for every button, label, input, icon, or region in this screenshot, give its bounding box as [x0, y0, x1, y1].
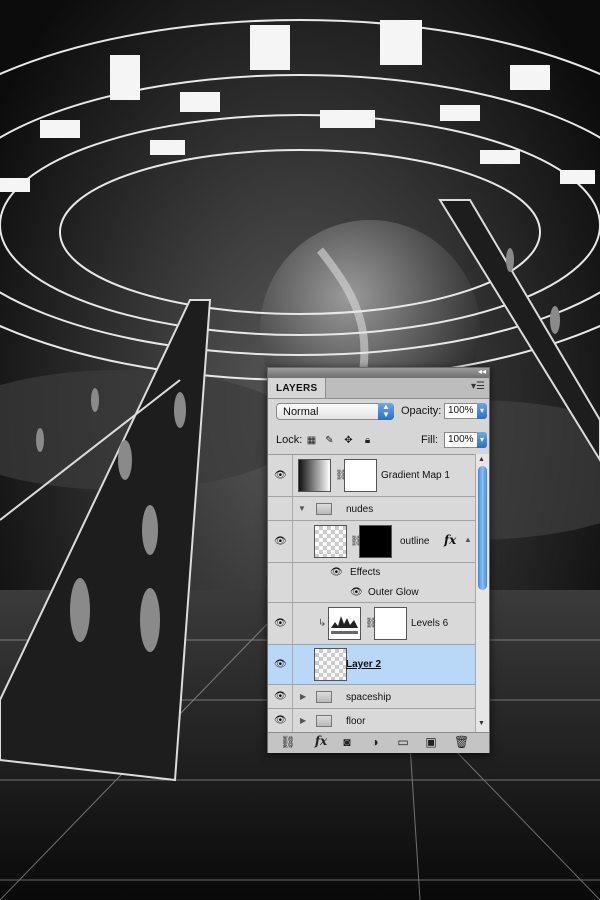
opacity-dropdown-icon[interactable]: ▾ — [477, 403, 487, 419]
lock-brush-icon[interactable]: ✎ — [324, 435, 335, 446]
layer-row-layer-2[interactable]: 👁︎ Layer 2 — [268, 645, 475, 685]
layer-name[interactable]: spaceship — [346, 692, 391, 703]
disclosure-closed-icon[interactable]: ▶ — [300, 692, 306, 701]
layer-mask-thumbnail[interactable] — [374, 607, 407, 640]
eye-icon[interactable]: 👁︎ — [274, 537, 287, 547]
visibility-cell: 👁︎ — [268, 603, 293, 644]
eye-icon[interactable]: 👁︎ — [274, 471, 287, 481]
link-icon[interactable]: ⛓︎ — [335, 470, 348, 482]
eye-icon[interactable]: 👁︎ — [274, 619, 287, 629]
new-group-icon[interactable]: ▭ — [396, 735, 410, 749]
link-icon[interactable]: ⛓︎ — [350, 536, 363, 548]
layer-name[interactable]: Gradient Map 1 — [381, 470, 450, 481]
visibility-cell: 👁︎ — [268, 709, 293, 732]
scroll-down-icon[interactable]: ▼ — [478, 720, 485, 727]
visibility-cell — [268, 563, 293, 583]
layer-name[interactable]: outline — [400, 536, 429, 547]
visibility-cell: 👁︎ — [268, 645, 293, 684]
effect-row-outer-glow[interactable]: 👁︎ Outer Glow — [268, 583, 475, 603]
layer-thumbnail — [314, 525, 347, 558]
layer-name[interactable]: nudes — [346, 504, 373, 515]
visibility-cell: 👁︎ — [268, 685, 293, 708]
fill-dropdown-icon[interactable]: ▾ — [477, 432, 487, 448]
histogram-icon — [331, 616, 358, 634]
panel-tab-row: LAYERS ▾☰ — [268, 378, 489, 399]
layer-row-levels-6[interactable]: 👁︎ ↳ ⛓︎ Levels 6 — [268, 603, 475, 645]
opacity-field[interactable]: 100% — [444, 403, 478, 419]
lock-label: Lock: — [276, 434, 303, 446]
layers-scrollbar[interactable]: ▲ ▼ — [475, 454, 489, 732]
fill-field[interactable]: 100% — [444, 432, 478, 448]
disclosure-closed-icon[interactable]: ▶ — [300, 716, 306, 725]
adjustment-thumbnail — [328, 607, 361, 640]
layer-thumbnail — [314, 648, 347, 681]
fx-disclosure-icon[interactable]: ▲ — [464, 535, 472, 544]
visibility-cell: 👁︎ — [268, 455, 293, 496]
effects-label: Effects — [350, 567, 381, 578]
layer-row-spaceship[interactable]: 👁︎ ▶ spaceship — [268, 685, 475, 709]
panel-titlebar[interactable]: ◂◂ — [268, 366, 489, 378]
scroll-up-icon[interactable]: ▲ — [478, 456, 485, 463]
clipping-arrow-icon: ↳ — [318, 618, 327, 629]
lock-all-icon[interactable]: 🔒︎ — [362, 435, 373, 446]
lock-move-icon[interactable]: ✥ — [343, 435, 354, 446]
fill-label: Fill: — [421, 434, 439, 446]
layer-mask-thumbnail[interactable] — [359, 525, 392, 558]
folder-icon — [316, 503, 332, 515]
visibility-cell — [268, 583, 293, 602]
link-layers-icon[interactable]: ⛓︎ — [280, 735, 296, 749]
adjustment-thumbnail — [298, 459, 331, 492]
layer-name[interactable]: Levels 6 — [411, 618, 448, 629]
chevron-updown-icon: ▲ ▼ — [378, 403, 394, 420]
fx-icon[interactable]: fx — [444, 533, 456, 547]
disclosure-open-icon[interactable]: ▼ — [298, 504, 306, 513]
folder-icon — [316, 715, 332, 727]
eye-icon[interactable]: 👁︎ — [350, 588, 363, 598]
eye-icon[interactable]: 👁︎ — [330, 568, 343, 578]
eye-icon[interactable]: 👁︎ — [274, 660, 287, 670]
trash-icon[interactable]: 🗑︎ — [454, 735, 469, 749]
layer-row-outline[interactable]: 👁︎ ⛓︎ outline fx ▲ — [268, 521, 475, 563]
link-icon[interactable]: ⛓︎ — [365, 618, 378, 630]
visibility-cell: 👁︎ — [268, 521, 293, 562]
visibility-cell — [268, 497, 293, 520]
layer-name[interactable]: Layer 2 — [346, 659, 381, 670]
blend-mode-value: Normal — [283, 406, 319, 418]
layer-row-nudes[interactable]: ▼ nudes — [268, 497, 475, 521]
layers-list: 👁︎ ⛓︎ Gradient Map 1 ▼ nudes 👁︎ ⛓︎ outli… — [268, 454, 475, 733]
add-mask-icon[interactable]: ◙ — [340, 735, 354, 749]
collapse-icon[interactable]: ◂◂ — [478, 366, 486, 378]
scroll-thumb[interactable] — [478, 466, 487, 590]
blend-mode-select[interactable]: Normal ▲ ▼ — [276, 403, 394, 420]
opacity-label: Opacity: — [401, 405, 442, 417]
layer-name[interactable]: floor — [346, 716, 365, 727]
lock-transparent-icon[interactable]: ▦ — [306, 435, 317, 446]
layer-row-gradient-map-1[interactable]: 👁︎ ⛓︎ Gradient Map 1 — [268, 455, 475, 497]
panel-bottom-toolbar: ⛓︎ fx ◙ ◑ ▭ ▣ 🗑︎ — [268, 732, 489, 753]
panel-menu-icon[interactable]: ▾☰ — [471, 381, 485, 392]
folder-icon — [316, 691, 332, 703]
layers-panel: ◂◂ LAYERS ▾☰ Normal ▲ ▼ Opacity: 100% ▾ L… — [267, 367, 490, 753]
tab-layers[interactable]: LAYERS — [268, 378, 327, 398]
effects-row[interactable]: 👁︎ Effects — [268, 563, 475, 583]
new-layer-icon[interactable]: ▣ — [424, 735, 438, 749]
eye-icon[interactable]: 👁︎ — [274, 716, 287, 726]
effect-name[interactable]: Outer Glow — [368, 587, 419, 598]
layer-mask-thumbnail[interactable] — [344, 459, 377, 492]
layer-row-floor[interactable]: 👁︎ ▶ floor — [268, 709, 475, 733]
add-style-icon[interactable]: fx — [312, 734, 330, 748]
new-adjustment-icon[interactable]: ◑ — [368, 735, 382, 749]
eye-icon[interactable]: 👁︎ — [274, 692, 287, 702]
